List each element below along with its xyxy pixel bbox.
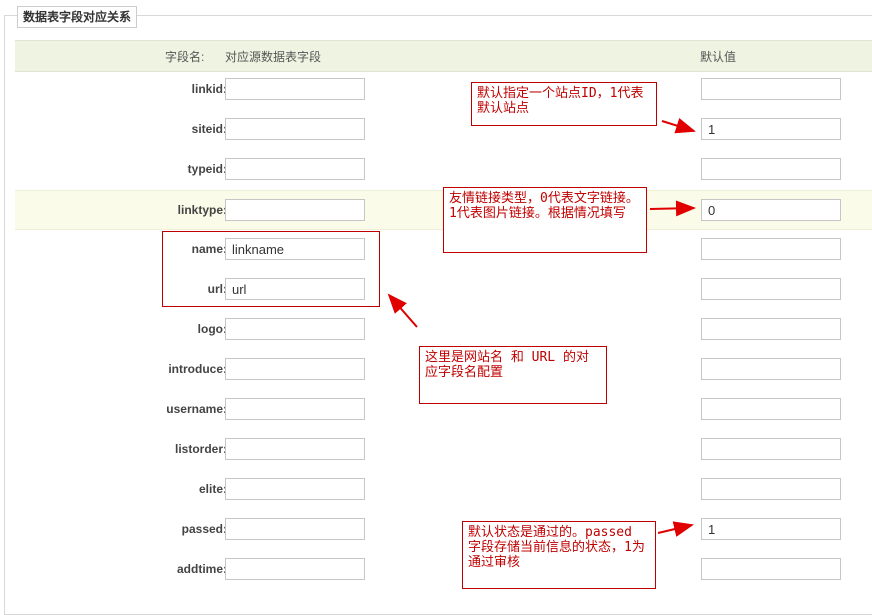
- table-row: siteid:: [15, 110, 872, 150]
- default-value-input[interactable]: [701, 478, 841, 500]
- field-label: linkid:: [191, 82, 227, 96]
- passed-annotation: 默认状态是通过的。passed 字段存储当前信息的状态，1为通过审核: [462, 521, 656, 589]
- source-field-input[interactable]: [225, 398, 365, 420]
- linktype-annotation: 友情链接类型，0代表文字链接。1代表图片链接。根据情况填写: [443, 187, 647, 253]
- header-source-field: 对应源数据表字段: [225, 50, 322, 64]
- field-label: typeid:: [187, 162, 227, 176]
- default-value-input[interactable]: [701, 238, 841, 260]
- field-label: siteid:: [191, 122, 227, 136]
- source-field-input[interactable]: [225, 438, 365, 460]
- section-title: 数据表字段对应关系: [17, 6, 138, 28]
- source-field-input[interactable]: [225, 199, 365, 221]
- field-label: logo:: [197, 322, 227, 336]
- table-row: url:: [15, 270, 872, 310]
- table-header: 字段名: 对应源数据表字段 默认值: [15, 40, 872, 72]
- table-row: logo:: [15, 310, 872, 350]
- table-row: addtime:: [15, 550, 872, 590]
- name-url-highlight-box: [162, 231, 380, 307]
- source-field-input[interactable]: [225, 478, 365, 500]
- table-row: typeid:: [15, 150, 872, 190]
- name-url-annotation: 这里是网站名 和 URL 的对应字段名配置: [419, 346, 607, 404]
- default-value-input[interactable]: [701, 318, 841, 340]
- field-label: linktype:: [177, 203, 227, 217]
- header-field-name: 字段名:: [165, 50, 205, 64]
- default-value-input[interactable]: [701, 558, 841, 580]
- field-label: username:: [166, 402, 227, 416]
- default-value-input[interactable]: [701, 438, 841, 460]
- header-default-value: 默认值: [700, 50, 737, 64]
- default-value-input[interactable]: [701, 518, 841, 540]
- default-value-input[interactable]: [701, 358, 841, 380]
- table-row: elite:: [15, 470, 872, 510]
- field-label: passed:: [181, 522, 227, 536]
- field-label: elite:: [198, 482, 227, 496]
- default-value-input[interactable]: [701, 199, 841, 221]
- table-row: linkid:: [15, 70, 872, 110]
- field-label: listorder:: [174, 442, 227, 456]
- source-field-input[interactable]: [225, 518, 365, 540]
- source-field-input[interactable]: [225, 558, 365, 580]
- siteid-annotation: 默认指定一个站点ID，1代表默认站点: [471, 82, 657, 126]
- default-value-input[interactable]: [701, 118, 841, 140]
- field-label: introduce:: [168, 362, 227, 376]
- source-field-input[interactable]: [225, 118, 365, 140]
- default-value-input[interactable]: [701, 278, 841, 300]
- default-value-input[interactable]: [701, 398, 841, 420]
- source-field-input[interactable]: [225, 158, 365, 180]
- table-row: listorder:: [15, 430, 872, 470]
- source-field-input[interactable]: [225, 318, 365, 340]
- field-label: addtime:: [176, 562, 227, 576]
- default-value-input[interactable]: [701, 158, 841, 180]
- table-row: passed:: [15, 510, 872, 550]
- default-value-input[interactable]: [701, 78, 841, 100]
- source-field-input[interactable]: [225, 78, 365, 100]
- source-field-input[interactable]: [225, 358, 365, 380]
